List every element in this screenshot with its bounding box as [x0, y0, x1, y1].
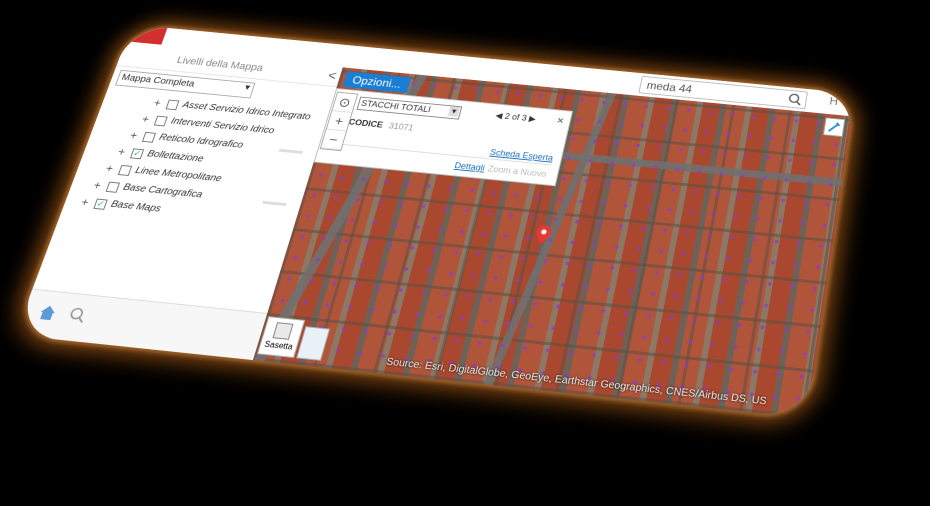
legend-swatch — [272, 322, 294, 340]
field-value: 31071 — [387, 121, 415, 133]
collapse-panel-icon[interactable]: < — [326, 68, 338, 82]
map-view[interactable]: Opzioni... ⊙ + − STACCHI TOTALI ▾ ◀ 2 of… — [252, 67, 852, 419]
expand-icon[interactable]: + — [92, 178, 104, 192]
legend-label: Sasetta — [263, 339, 294, 352]
locate-icon[interactable]: ⊙ — [332, 92, 358, 113]
layer-checkbox[interactable]: ✓ — [93, 198, 108, 210]
expand-icon[interactable]: + — [128, 129, 139, 142]
chevron-down-icon: ▾ — [243, 82, 252, 93]
expand-icon[interactable]: + — [116, 145, 127, 158]
home-icon[interactable] — [35, 303, 60, 323]
zoom-to-link[interactable]: Zoom a Nuovo — [487, 164, 547, 179]
expand-icon[interactable]: + — [140, 113, 151, 126]
layer-checkbox[interactable] — [153, 115, 168, 127]
layer-checkbox[interactable] — [105, 181, 121, 193]
next-icon[interactable]: ▶ — [528, 114, 537, 123]
layer-label: Base Maps — [109, 199, 163, 215]
expand-icon[interactable]: + — [152, 97, 163, 110]
popup-select-value: STACCHI TOTALI — [360, 98, 432, 115]
layer-label: Bollettazione — [145, 148, 205, 165]
stage: H Livelli della Mappa < Mappa Completa ▾… — [0, 0, 930, 506]
search-icon[interactable] — [787, 93, 803, 107]
topbar-right-label[interactable]: H — [829, 95, 839, 108]
chevron-down-icon: ▾ — [447, 106, 461, 117]
map-attribution: Source: Esri, DigitalGlobe, GeoEye, Eart… — [384, 356, 768, 408]
map-pin-icon[interactable] — [533, 224, 553, 245]
popup-layer-select[interactable]: STACCHI TOTALI ▾ — [356, 96, 463, 120]
opacity-slider[interactable] — [262, 200, 287, 207]
prev-icon[interactable]: ◀ — [495, 111, 504, 120]
zoom-icon[interactable] — [66, 306, 88, 324]
popup-field: CODICE 31071 — [348, 117, 415, 132]
scheda-esperta-link[interactable]: Scheda Esperta — [489, 147, 554, 162]
popup-pager: ◀ 2 of 3 ▶ — [494, 111, 537, 125]
layer-checkbox[interactable] — [141, 131, 157, 143]
layer-checkbox[interactable] — [117, 164, 133, 176]
tools-icon[interactable] — [822, 117, 846, 137]
zoom-out-button[interactable]: − — [320, 129, 346, 151]
opacity-slider[interactable] — [278, 148, 303, 154]
layer-checkbox[interactable]: ✓ — [129, 148, 145, 160]
expand-icon[interactable]: + — [104, 162, 115, 175]
expand-icon[interactable]: + — [79, 195, 91, 209]
dettagli-link[interactable]: Dettagli — [454, 161, 486, 173]
field-label: CODICE — [347, 117, 385, 130]
pager-text: 2 of 3 — [503, 111, 528, 123]
zoom-in-button[interactable]: + — [326, 110, 352, 132]
brand-tab[interactable] — [125, 24, 168, 45]
layers-title: Livelli della Mappa — [175, 55, 265, 74]
panel-footer — [15, 288, 268, 361]
map-select-value: Mappa Completa — [120, 72, 196, 90]
layer-checkbox[interactable] — [165, 99, 180, 111]
app-window: H Livelli della Mappa < Mappa Completa ▾… — [15, 24, 856, 419]
close-icon[interactable]: × — [556, 114, 566, 127]
